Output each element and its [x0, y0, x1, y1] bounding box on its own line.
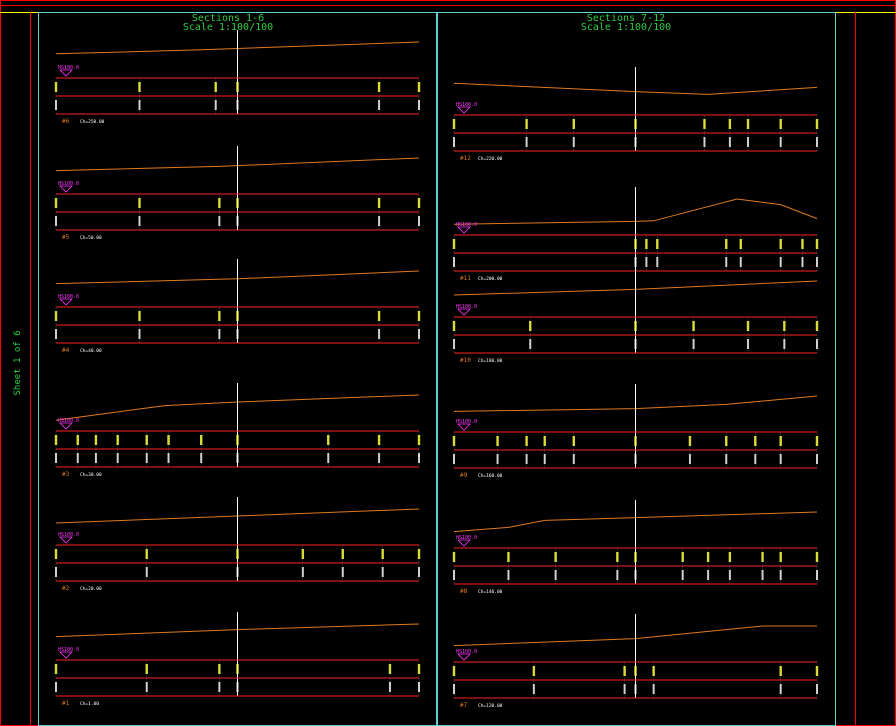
datum-marker: HS100.0 — [456, 649, 477, 661]
section-id-label: #7 — [460, 702, 468, 709]
section-id-label: #3 — [62, 471, 70, 478]
chainage-label: Ch=40.00 — [80, 348, 102, 354]
section-id-label: #12 — [460, 155, 471, 162]
datum-label: HS100.0 — [58, 647, 79, 653]
datum-label: HS100.0 — [58, 181, 79, 187]
datum-marker: HS100.0 — [58, 418, 79, 430]
cross-section-5[interactable]: HS100.0 #5 Ch=50.00 — [54, 146, 421, 241]
cross-section-7[interactable]: HS100.0 #7 Ch=120.00 — [452, 614, 819, 709]
datum-marker: HS100.0 — [456, 419, 477, 431]
cross-section-1[interactable]: HS100.0 #1 Ch=1.00 — [54, 612, 421, 707]
chainage-label: Ch=200.00 — [478, 276, 503, 282]
cross-section-10[interactable]: HS100.0 #10 Ch=180.00 — [452, 269, 819, 364]
section-id-label: #1 — [62, 700, 70, 707]
cross-section-2[interactable]: HS100.0 #2 Ch=20.00 — [54, 497, 421, 592]
sheet-number-label: Sheet 1 of 6 — [13, 330, 23, 395]
section-id-label: #9 — [460, 472, 468, 479]
cross-section-12[interactable]: HS100.0 #12 Ch=220.00 — [452, 67, 819, 162]
section-id-label: #2 — [62, 585, 70, 592]
chainage-label: Ch=140.00 — [478, 589, 503, 595]
section-id-label: #10 — [460, 357, 471, 364]
datum-marker: HS100.0 — [58, 532, 79, 544]
chainage-label: Ch=160.00 — [478, 473, 503, 479]
datum-label: HS100.0 — [456, 649, 477, 655]
chainage-label: Ch=50.00 — [80, 235, 102, 241]
datum-marker: HS100.0 — [456, 304, 477, 316]
cross-section-8[interactable]: HS100.0 #8 Ch=140.00 — [452, 500, 819, 595]
cross-section-9[interactable]: HS100.0 #9 Ch=160.00 — [452, 384, 819, 479]
datum-marker: HS100.0 — [58, 181, 79, 193]
section-id-label: #6 — [62, 118, 70, 125]
datum-label: HS100.0 — [456, 304, 477, 310]
left-panel-scale: Scale 1:100/100 — [183, 22, 273, 33]
datum-marker: HS100.0 — [456, 222, 477, 234]
datum-label: HS100.0 — [456, 222, 477, 228]
section-id-label: #8 — [460, 588, 468, 595]
datum-label: HS100.0 — [58, 65, 79, 71]
datum-marker: HS100.0 — [456, 102, 477, 114]
datum-label: HS100.0 — [58, 532, 79, 538]
section-id-label: #5 — [62, 234, 70, 241]
chainage-label: Ch=30.00 — [80, 472, 102, 478]
datum-label: HS100.0 — [456, 102, 477, 108]
cross-section-3[interactable]: HS100.0 #3 Ch=30.00 — [54, 383, 421, 478]
chainage-label: Ch=220.00 — [478, 156, 503, 162]
cross-section-6[interactable]: HS100.0 #6 Ch=250.00 — [54, 30, 421, 125]
cad-drawing-sheet[interactable]: Sections 1-6 Scale 1:100/100 Sections 7-… — [0, 0, 896, 726]
datum-label: HS100.0 — [58, 294, 79, 300]
cross-section-11[interactable]: HS100.0 #11 Ch=200.00 — [452, 187, 819, 282]
chainage-label: Ch=250.00 — [80, 119, 105, 125]
datum-label: HS100.0 — [58, 418, 79, 424]
datum-label: HS100.0 — [456, 419, 477, 425]
datum-marker: HS100.0 — [58, 294, 79, 306]
chainage-label: Ch=1.00 — [80, 701, 99, 707]
outer-frame — [0, 0, 896, 726]
datum-label: HS100.0 — [456, 535, 477, 541]
chainage-label: Ch=180.00 — [478, 358, 503, 364]
datum-marker: HS100.0 — [58, 65, 79, 77]
right-panel-scale: Scale 1:100/100 — [581, 22, 671, 33]
cross-section-4[interactable]: HS100.0 #4 Ch=40.00 — [54, 259, 421, 354]
datum-marker: HS100.0 — [456, 535, 477, 547]
datum-marker: HS100.0 — [58, 647, 79, 659]
section-id-label: #11 — [460, 275, 471, 282]
section-id-label: #4 — [62, 347, 70, 354]
chainage-label: Ch=120.00 — [478, 703, 503, 709]
chainage-label: Ch=20.00 — [80, 586, 102, 592]
